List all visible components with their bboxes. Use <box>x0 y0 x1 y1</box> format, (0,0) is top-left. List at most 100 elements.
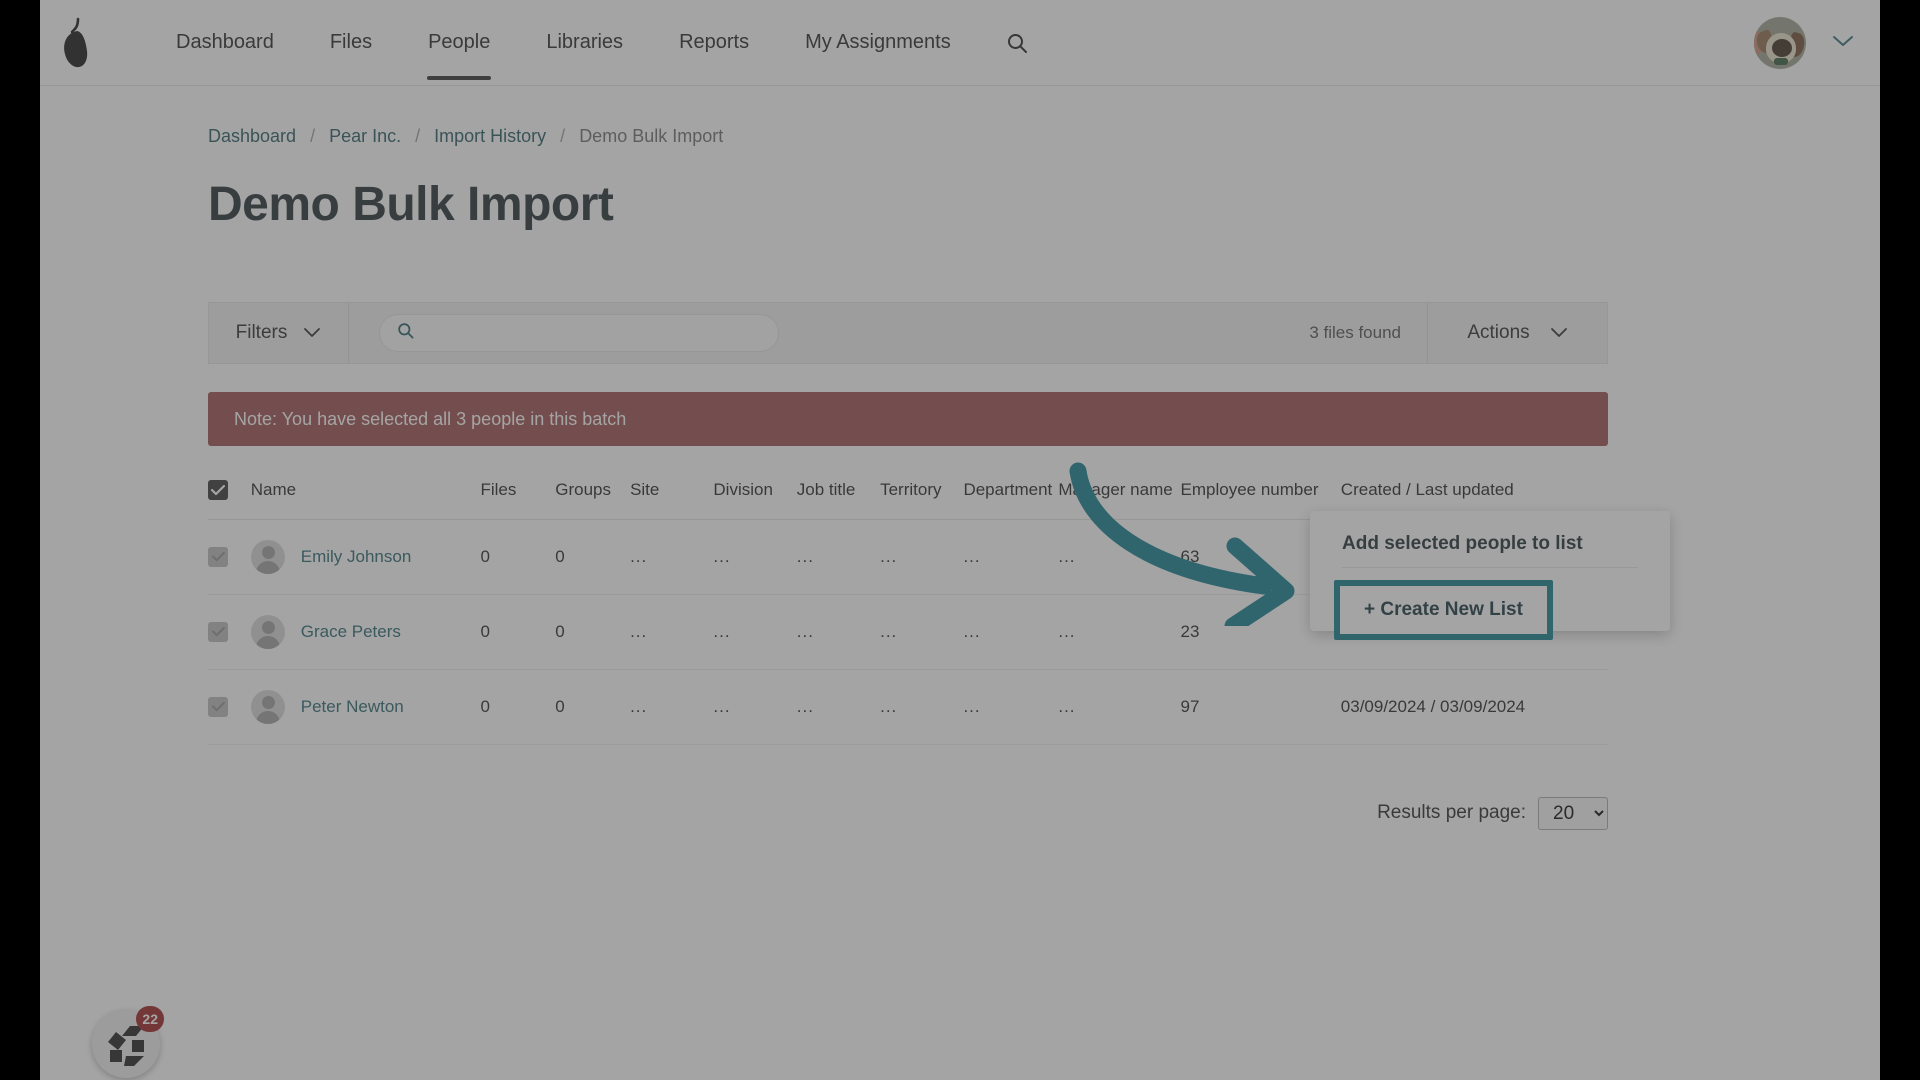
col-header-manager-name[interactable]: Manager name <box>1058 468 1181 520</box>
col-header-job-title[interactable]: Job title <box>796 468 881 520</box>
pear-logo-icon[interactable] <box>54 15 100 71</box>
filters-button[interactable]: Filters <box>209 303 349 363</box>
dropdown-title: Add selected people to list <box>1342 533 1638 568</box>
row-job-title: ... <box>796 594 881 670</box>
row-manager-name: ... <box>1058 594 1181 670</box>
select-all-header <box>208 468 251 520</box>
breadcrumb-separator: / <box>310 126 316 146</box>
create-new-list-highlight: + Create New List <box>1334 580 1553 640</box>
search-icon <box>396 321 415 345</box>
create-new-list-button[interactable]: + Create New List <box>1340 586 1547 634</box>
row-checkbox-cell <box>208 519 251 595</box>
row-site: ... <box>630 519 714 595</box>
page-body: Dashboard / Pear Inc. / Import History /… <box>40 126 1880 1080</box>
col-header-territory[interactable]: Territory <box>880 468 964 520</box>
row-groups: 0 <box>555 594 631 670</box>
results-per-page-control: Results per page: 20 50 100 <box>208 796 1608 830</box>
person-avatar-icon <box>250 689 285 724</box>
row-files: 0 <box>480 669 556 745</box>
col-header-division[interactable]: Division <box>713 468 797 520</box>
row-job-title: ... <box>796 669 881 745</box>
col-header-files[interactable]: Files <box>480 468 556 520</box>
nav-item-label: People <box>428 31 491 53</box>
search-area: 3 files found <box>349 303 1427 363</box>
row-territory: ... <box>880 519 964 595</box>
breadcrumb-separator: / <box>560 126 566 146</box>
search-input-wrapper[interactable] <box>379 314 779 352</box>
search-input[interactable] <box>425 324 745 342</box>
top-navigation-bar: Dashboard Files People Libraries Reports… <box>40 0 1880 86</box>
chevron-down-icon <box>1550 322 1568 344</box>
row-manager-name: ... <box>1058 669 1181 745</box>
select-all-checkbox[interactable] <box>208 480 228 500</box>
results-per-page-select[interactable]: 20 50 100 <box>1538 796 1608 830</box>
help-widget-badge: 22 <box>136 1006 164 1032</box>
nav-item-label: Dashboard <box>176 31 274 53</box>
chevron-down-icon <box>303 322 321 344</box>
breadcrumb-item-pear-inc[interactable]: Pear Inc. <box>329 126 401 147</box>
row-department: ... <box>963 594 1059 670</box>
row-site: ... <box>630 594 714 670</box>
col-header-department[interactable]: Department <box>963 468 1059 520</box>
help-widget[interactable]: 22 <box>92 1006 164 1078</box>
chevron-down-icon[interactable] <box>1832 34 1854 53</box>
breadcrumb-item-import-history[interactable]: Import History <box>434 126 546 147</box>
row-manager-name: ... <box>1058 519 1181 595</box>
nav-item-files[interactable]: Files <box>302 21 400 64</box>
row-department: ... <box>963 519 1059 595</box>
actions-label: Actions <box>1467 322 1530 343</box>
row-name-cell: Peter Newton <box>250 669 481 745</box>
person-name-link[interactable]: Grace Peters <box>301 622 401 642</box>
nav-item-reports[interactable]: Reports <box>651 21 777 64</box>
row-site: ... <box>630 669 714 745</box>
col-header-groups[interactable]: Groups <box>555 468 631 520</box>
actions-button[interactable]: Actions <box>1427 303 1607 363</box>
col-header-site[interactable]: Site <box>630 468 714 520</box>
letterbox-right <box>1880 0 1920 1080</box>
row-division: ... <box>713 669 797 745</box>
nav-item-my-assignments[interactable]: My Assignments <box>777 21 979 64</box>
row-checkbox[interactable] <box>208 621 228 642</box>
nav-item-label: Files <box>329 31 373 53</box>
breadcrumb-item-current: Demo Bulk Import <box>579 126 724 146</box>
person-name-link[interactable]: Emily Johnson <box>301 547 412 567</box>
results-count-label: 3 files found <box>1309 323 1401 342</box>
breadcrumb: Dashboard / Pear Inc. / Import History /… <box>208 126 1880 147</box>
nav-right-cluster <box>1754 0 1854 86</box>
table-toolbar: Filters 3 files found Actions <box>208 302 1608 364</box>
breadcrumb-separator: / <box>415 126 421 146</box>
row-name-cell: Emily Johnson <box>250 519 481 595</box>
avatar[interactable] <box>1754 17 1806 69</box>
row-checkbox[interactable] <box>208 546 228 567</box>
person-avatar-icon <box>250 614 285 649</box>
row-checkbox-cell <box>208 594 251 670</box>
row-checkbox[interactable] <box>208 696 228 717</box>
person-name-link[interactable]: Peter Newton <box>301 697 404 717</box>
col-header-name[interactable]: Name <box>250 468 481 520</box>
filters-label: Filters <box>235 322 288 343</box>
nav-item-people[interactable]: People <box>400 21 518 80</box>
letterbox-left <box>0 0 40 1080</box>
row-files: 0 <box>480 594 556 670</box>
nav-item-label: Reports <box>679 31 750 53</box>
row-files: 0 <box>480 519 556 595</box>
breadcrumb-item-dashboard[interactable]: Dashboard <box>208 126 296 147</box>
selection-note-banner: Note: You have selected all 3 people in … <box>208 392 1608 446</box>
row-territory: ... <box>880 594 964 670</box>
page-title: Demo Bulk Import <box>208 178 614 231</box>
actions-dropdown-panel: Add selected people to list + Create New… <box>1310 511 1670 640</box>
row-division: ... <box>713 594 797 670</box>
row-name-cell: Grace Peters <box>250 594 481 670</box>
row-department: ... <box>963 669 1059 745</box>
search-icon[interactable] <box>1005 31 1029 55</box>
row-employee-number: 97 <box>1180 669 1341 745</box>
table-row[interactable]: Peter Newton 0 0 ... ... ... ... ... ...… <box>208 669 1608 745</box>
row-created-updated: 03/09/2024 / 03/09/2024 <box>1340 669 1608 745</box>
selection-note-text: Note: You have selected all 3 people in … <box>234 408 627 429</box>
person-avatar-icon <box>250 539 285 574</box>
nav-links: Dashboard Files People Libraries Reports… <box>148 21 1029 80</box>
row-job-title: ... <box>796 519 881 595</box>
nav-item-dashboard[interactable]: Dashboard <box>148 21 302 64</box>
nav-item-libraries[interactable]: Libraries <box>518 21 651 64</box>
row-groups: 0 <box>555 519 631 595</box>
